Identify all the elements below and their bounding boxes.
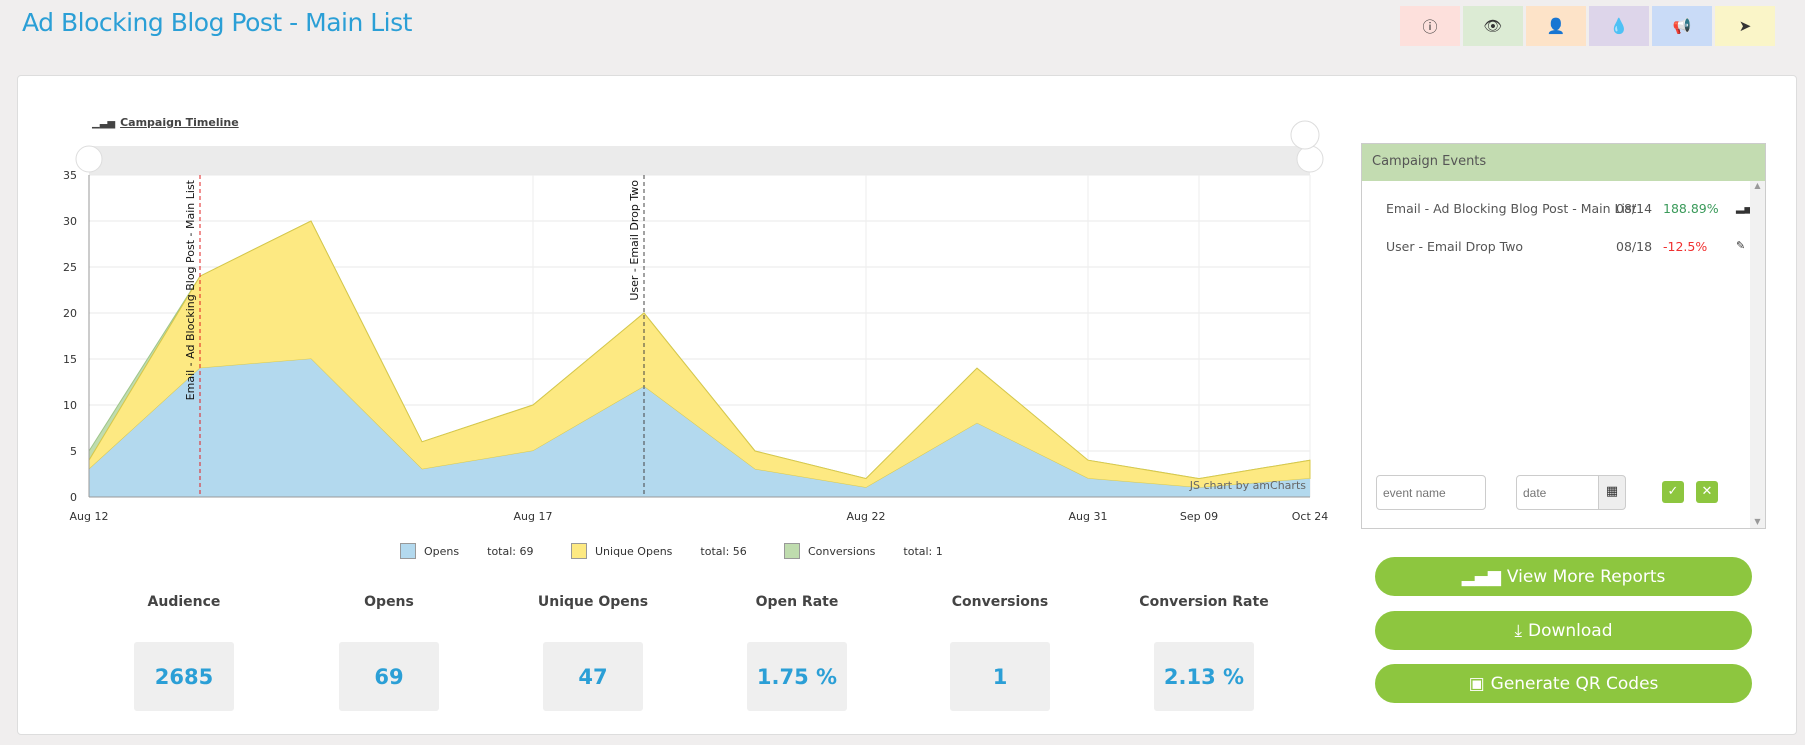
event-item[interactable]: Email - Ad Blocking Blog Post - Main Lis… [1386, 201, 1761, 216]
stat-value: 2685 [134, 642, 234, 711]
stat-label: Unique Opens [537, 594, 649, 610]
download-button[interactable]: ⤓ Download [1375, 611, 1752, 650]
eye-icon: 👁 [1483, 17, 1503, 35]
toolbar-icons: ⓘ 👁 👤 💧 📢 ➤ [1400, 6, 1775, 46]
edit-icon[interactable]: ✎ [1736, 239, 1745, 252]
view-more-reports-button[interactable]: ▂▄▆ View More Reports [1375, 557, 1752, 596]
y-tick-label: 35 [63, 169, 77, 182]
user-icon: 👤 [1546, 17, 1566, 35]
scroll-handle-right[interactable] [1296, 145, 1324, 173]
x-tick-label: Aug 17 [514, 510, 553, 523]
send-button[interactable]: ➤ [1715, 6, 1775, 46]
campaign-events-panel: Campaign Events Email - Ad Blocking Blog… [1361, 143, 1766, 529]
send-icon: ➤ [1738, 17, 1752, 35]
y-tick-label: 25 [63, 261, 77, 274]
stat-label: Open Rate [755, 594, 839, 610]
chart-credit[interactable]: JS chart by amCharts [1189, 479, 1306, 492]
stat-open-rate: Open Rate 1.75 % [717, 594, 877, 711]
stat-value: 1.75 % [747, 642, 847, 711]
x-tick-label: Aug 22 [847, 510, 886, 523]
cancel-event-button[interactable]: ✕ [1696, 481, 1718, 503]
user-button[interactable]: 👤 [1526, 6, 1586, 46]
legend-unique-opens[interactable]: Unique Opens total: 56 [571, 543, 747, 559]
stat-label: Opens [364, 594, 414, 610]
date-input[interactable] [1516, 475, 1600, 510]
scroll-handle-left[interactable] [75, 145, 103, 173]
x-tick-label: Oct 24 [1292, 510, 1329, 523]
export-menu-icon[interactable] [1290, 120, 1320, 150]
download-icon: ⤓ [1514, 620, 1522, 641]
megaphone-icon: 📢 [1672, 17, 1692, 35]
stat-unique-opens: Unique Opens 47 [513, 594, 673, 711]
legend-opens[interactable]: Opens total: 69 [400, 543, 533, 559]
x-tick-label: Aug 12 [70, 510, 109, 523]
stat-opens: Opens 69 [309, 594, 469, 711]
event-name-input[interactable] [1376, 475, 1486, 510]
legend-swatch [400, 543, 416, 559]
confirm-event-button[interactable]: ✓ [1662, 481, 1684, 503]
stat-label: Conversions [951, 594, 1049, 610]
y-tick-label: 30 [63, 215, 77, 228]
event-item[interactable]: User - Email Drop Two 08/18 -12.5% ✎ [1386, 239, 1745, 254]
stat-audience: Audience 2685 [104, 594, 264, 711]
y-tick-label: 20 [63, 307, 77, 320]
x-tick-label: Aug 31 [1069, 510, 1108, 523]
stat-value: 1 [950, 642, 1050, 711]
scrollbar[interactable]: ▲ ▼ [1750, 181, 1765, 528]
stat-conversions: Conversions 1 [920, 594, 1080, 711]
x-tick-label: Sep 09 [1180, 510, 1218, 523]
chart-scrollbar[interactable] [89, 146, 1310, 175]
info-button[interactable]: ⓘ [1400, 6, 1460, 46]
stat-value: 47 [543, 642, 643, 711]
legend-conversions[interactable]: Conversions total: 1 [784, 543, 943, 559]
stat-label: Audience [147, 594, 221, 610]
stat-value: 69 [339, 642, 439, 711]
panel-title: Campaign Events [1362, 144, 1765, 181]
megaphone-button[interactable]: 📢 [1652, 6, 1712, 46]
legend-swatch [784, 543, 800, 559]
qr-code-icon: ▣ [1468, 673, 1485, 694]
y-tick-label: 0 [70, 491, 77, 504]
campaign-timeline-chart: 0 5 10 15 20 25 30 35 Aug 12 Aug 17 Aug 22 Aug 31 Se… [63, 120, 1329, 523]
generate-qr-codes-button[interactable]: ▣ Generate QR Codes [1375, 664, 1752, 703]
calendar-icon[interactable]: ▦ [1598, 475, 1626, 510]
info-icon: ⓘ [1422, 17, 1438, 36]
bar-chart-icon: ▂▄▆ [1461, 566, 1501, 587]
eye-button[interactable]: 👁 [1463, 6, 1523, 46]
y-tick-label: 15 [63, 353, 77, 366]
y-tick-label: 5 [70, 445, 77, 458]
event-guide-label: User - Email Drop Two [628, 180, 641, 301]
legend-swatch [571, 543, 587, 559]
stat-value: 2.13 % [1154, 642, 1254, 711]
event-guide-label: Email - Ad Blocking Blog Post - Main Lis… [184, 179, 197, 400]
drop-button[interactable]: 💧 [1589, 6, 1649, 46]
drop-icon: 💧 [1609, 17, 1629, 35]
y-tick-label: 10 [63, 399, 77, 412]
stat-conversion-rate: Conversion Rate 2.13 % [1124, 594, 1284, 711]
stat-label: Conversion Rate [1139, 594, 1269, 610]
